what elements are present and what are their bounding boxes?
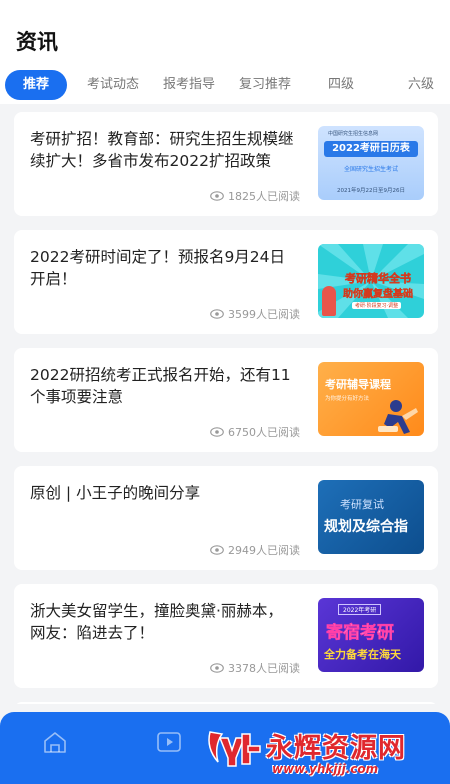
thumb-person-figure: [322, 286, 336, 316]
article-card[interactable]: 浙大美女留学生，撞脸奥黛·丽赫本，网友：陷进去了！ 3378人已阅读 2022年…: [14, 584, 438, 688]
read-count-text: 2949人已阅读: [228, 544, 300, 557]
thumb-caption: 中国研究生招生信息网: [328, 131, 379, 137]
eye-icon: [210, 309, 224, 319]
article-thumbnail: 考研辅导课程 为你提分有好方法: [318, 362, 424, 436]
read-count: 3378人已阅读: [210, 660, 300, 676]
thumb-caption: 2022年考研: [338, 604, 382, 615]
article-thumbnail: 2022年考研 寄宿考研 全力备考在海天: [318, 598, 424, 672]
read-count-text: 3599人已阅读: [228, 308, 300, 321]
thumb-runner-graphic: [378, 400, 418, 434]
thumb-tagline: 考研·阶段复习·调整: [352, 302, 402, 309]
tab-review-recommend[interactable]: 复习推荐: [234, 70, 296, 100]
thumb-headline: 考研复试: [340, 498, 384, 511]
watermark-text: 永辉资源网: [266, 733, 406, 764]
thumb-subtitle: 全力备考在海天: [324, 648, 401, 661]
watermark-url: www.yhkjjj.com: [272, 762, 379, 776]
eye-icon: [210, 427, 224, 437]
article-card[interactable]: 2022研招统考正式报名开始，还有11个事项要注意 6750人已阅读 考研辅导课…: [14, 348, 438, 452]
eye-icon: [210, 545, 224, 555]
article-card[interactable]: 2022考研时间定了！预报名9月24日开启！ 3599人已阅读 考研精华全书 助…: [14, 230, 438, 334]
tab-registration-guide[interactable]: 报考指导: [158, 70, 220, 100]
article-thumbnail: 考研精华全书 助你赢复盘基础 考研·阶段复习·调整: [318, 244, 424, 318]
category-tabs: 推荐 考试动态 报考指导 复习推荐 四级 六级: [0, 70, 450, 100]
article-card[interactable]: 考研扩招！教育部：研究生招生规模继续扩大！多省市发布2022扩招政策 1825人…: [14, 112, 438, 216]
video-icon[interactable]: [156, 730, 182, 754]
article-title: 考研扩招！教育部：研究生招生规模继续扩大！多省市发布2022扩招政策: [30, 130, 294, 170]
article-card[interactable]: [14, 702, 438, 704]
article-card[interactable]: 原创 | 小王子的晚间分享 2949人已阅读 考研复试 规划及综合指: [14, 466, 438, 570]
thumb-headline: 考研精华全书: [345, 272, 412, 286]
article-thumbnail: 考研复试 规划及综合指: [318, 480, 424, 554]
read-count: 1825人已阅读: [210, 188, 300, 204]
read-count: 3599人已阅读: [210, 306, 300, 322]
thumb-headline: 寄宿考研: [326, 623, 395, 644]
article-title: 浙大美女留学生，撞脸奥黛·丽赫本，网友：陷进去了！: [30, 602, 283, 642]
thumb-subtitle: 助你赢复盘基础: [343, 289, 413, 300]
read-count-text: 6750人已阅读: [228, 426, 300, 439]
tab-recommend[interactable]: 推荐: [5, 70, 67, 100]
article-title: 原创 | 小王子的晚间分享: [30, 484, 201, 502]
article-thumbnail: 中国研究生招生信息网 2022考研日历表 全国研究生招生考试 2021年9月22…: [318, 126, 424, 200]
header: 资讯 推荐 考试动态 报考指导 复习推荐 四级 六级: [0, 0, 450, 104]
thumb-subtitle: 全国研究生招生考试: [343, 166, 398, 173]
watermark-logo: [208, 731, 261, 767]
eye-icon: [210, 191, 224, 201]
read-count: 2949人已阅读: [210, 542, 300, 558]
article-list: 考研扩招！教育部：研究生招生规模继续扩大！多省市发布2022扩招政策 1825人…: [0, 104, 450, 704]
thumb-headline: 2022考研日历表: [324, 141, 418, 157]
watermark: 永辉资源网 www.yhkjjj.com: [200, 722, 450, 784]
thumb-subtitle: 规划及综合指: [324, 519, 408, 535]
article-title: 2022研招统考正式报名开始，还有11个事项要注意: [30, 366, 291, 406]
tab-exam-news[interactable]: 考试动态: [82, 70, 144, 100]
article-title: 2022考研时间定了！预报名9月24日开启！: [30, 248, 286, 288]
read-count-text: 1825人已阅读: [228, 190, 300, 203]
home-icon[interactable]: [42, 730, 68, 754]
tab-cet6[interactable]: 六级: [396, 70, 446, 100]
thumb-date: 2021年9月22日至9月26日: [337, 188, 405, 194]
page-title: 资讯: [16, 30, 58, 54]
eye-icon: [210, 663, 224, 673]
tab-cet4[interactable]: 四级: [316, 70, 366, 100]
read-count: 6750人已阅读: [210, 424, 300, 440]
read-count-text: 3378人已阅读: [228, 662, 300, 675]
